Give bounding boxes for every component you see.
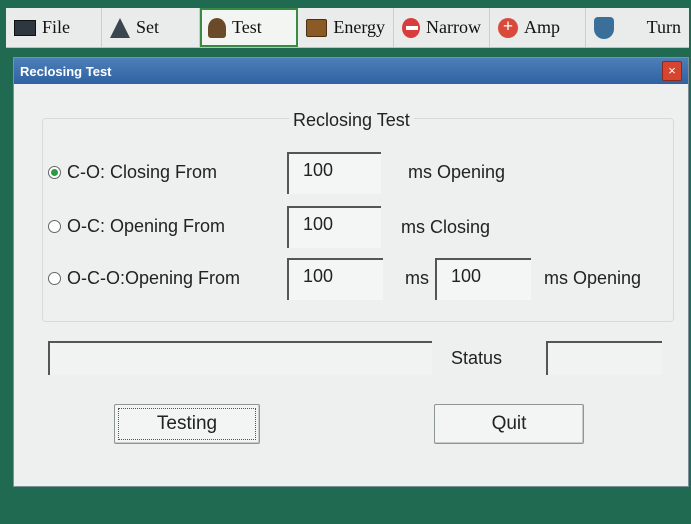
- toolbar-amp-label: Amp: [524, 17, 560, 37]
- toolbar-narrow-label: Narrow: [426, 17, 481, 37]
- dialog-titlebar: Reclosing Test ×: [14, 58, 688, 84]
- option-oc[interactable]: O-C: Opening From: [48, 216, 225, 237]
- toolbar-amp[interactable]: Amp: [490, 8, 586, 47]
- main-toolbar: File Set Test Energy Narrow Amp Turn: [6, 8, 689, 48]
- file-icon: [14, 19, 36, 36]
- toolbar-set-label: Set: [136, 17, 160, 37]
- toolbar-file[interactable]: File: [6, 8, 102, 47]
- progress-field: [48, 341, 432, 375]
- radio-oco[interactable]: [48, 272, 61, 285]
- toolbar-energy[interactable]: Energy: [298, 8, 394, 47]
- option-co[interactable]: C-O: Closing From: [48, 162, 217, 183]
- oco-second-input[interactable]: 100: [435, 258, 531, 300]
- toolbar-turn[interactable]: Turn: [586, 8, 689, 47]
- close-button[interactable]: ×: [662, 61, 682, 81]
- toolbar-test[interactable]: Test: [200, 8, 298, 47]
- radio-co[interactable]: [48, 166, 61, 179]
- quit-button[interactable]: Quit: [434, 404, 584, 444]
- toolbar-set[interactable]: Set: [102, 8, 200, 47]
- dialog-title: Reclosing Test: [20, 63, 112, 79]
- reclosing-test-dialog: Reclosing Test × Reclosing Test C-O: Clo…: [13, 57, 689, 487]
- co-closing-input[interactable]: 100: [287, 152, 381, 194]
- status-field: [546, 341, 662, 375]
- toolbar-file-label: File: [42, 17, 71, 37]
- oco-second-unit-label: ms Opening: [544, 268, 642, 288]
- co-unit-label: ms Opening: [408, 162, 506, 182]
- test-icon: [208, 17, 226, 38]
- option-oco-label: O-C-O:Opening From: [67, 268, 241, 288]
- option-oco[interactable]: O-C-O:Opening From: [48, 268, 240, 289]
- turn-icon: [594, 16, 614, 39]
- narrow-icon: [402, 17, 421, 38]
- oco-unit-label: ms: [405, 268, 429, 288]
- toolbar-energy-label: Energy: [333, 17, 385, 37]
- energy-icon: [306, 18, 328, 37]
- radio-oc[interactable]: [48, 220, 61, 233]
- amp-icon: [498, 16, 518, 38]
- toolbar-narrow[interactable]: Narrow: [394, 8, 490, 47]
- status-label: Status: [451, 348, 503, 368]
- oc-opening-input[interactable]: 100: [287, 206, 381, 248]
- toolbar-test-label: Test: [232, 17, 262, 37]
- oc-unit-label: ms Closing: [401, 217, 491, 237]
- set-icon: [110, 17, 130, 38]
- group-title: Reclosing Test: [289, 110, 414, 131]
- option-oc-label: O-C: Opening From: [67, 216, 226, 236]
- oco-opening-input[interactable]: 100: [287, 258, 383, 300]
- toolbar-turn-label: Turn: [646, 17, 681, 37]
- option-co-label: C-O: Closing From: [67, 162, 218, 182]
- testing-button[interactable]: Testing: [114, 404, 260, 444]
